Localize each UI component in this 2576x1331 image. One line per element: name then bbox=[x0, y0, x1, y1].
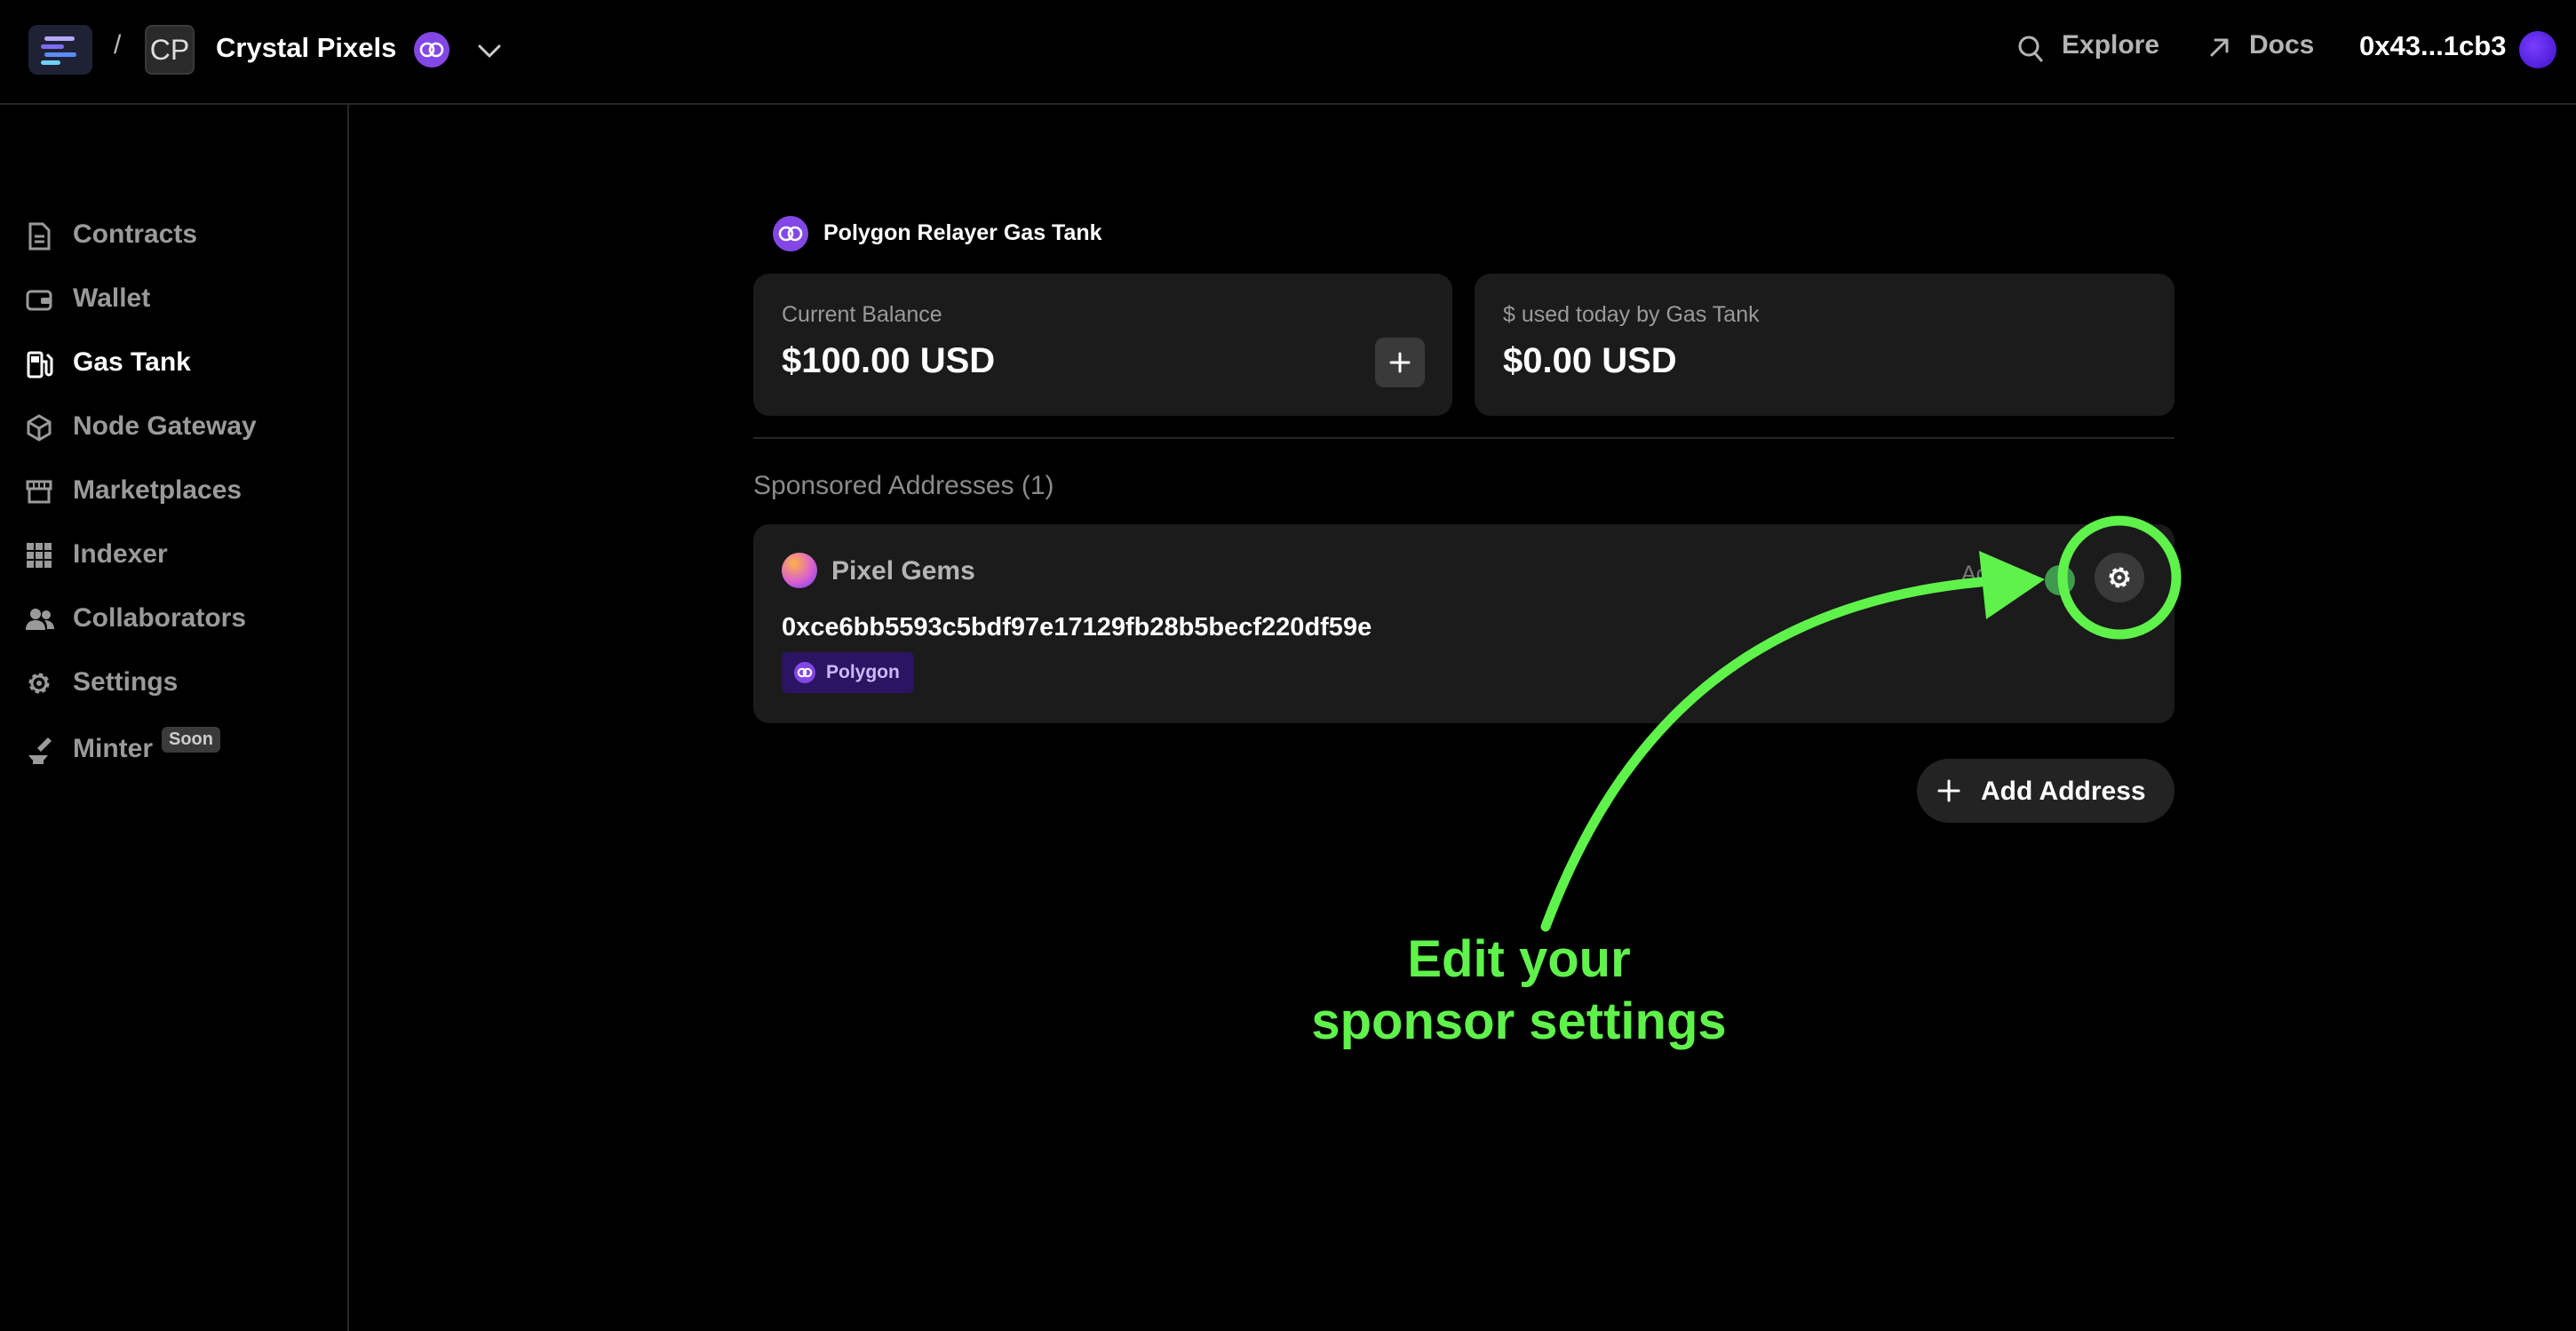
project-name[interactable]: Crystal Pixels bbox=[216, 32, 396, 64]
gear-icon bbox=[2109, 567, 2130, 588]
annotation-line-1: Edit your bbox=[1407, 930, 1631, 988]
usage-value: $0.00 USD bbox=[1503, 341, 1677, 380]
anvil-icon bbox=[25, 736, 53, 770]
breadcrumb-separator: / bbox=[114, 30, 122, 60]
add-address-button[interactable]: Add Address bbox=[1917, 759, 2174, 823]
gear-icon bbox=[25, 669, 53, 702]
balance-card: Current Balance $100.00 USD bbox=[753, 274, 1452, 416]
sponsored-heading: Sponsored Addresses (1) bbox=[753, 471, 1054, 500]
contract-name: Pixel Gems bbox=[831, 556, 975, 586]
grid-icon bbox=[25, 541, 53, 574]
docs-link[interactable]: Docs bbox=[2249, 30, 2314, 60]
contract-avatar bbox=[782, 553, 817, 588]
usage-label: $ used today by Gas Tank bbox=[1503, 302, 1760, 327]
usage-card: $ used today by Gas Tank $0.00 USD bbox=[1475, 274, 2174, 416]
soon-badge: Soon bbox=[162, 727, 220, 753]
plus-icon bbox=[1937, 779, 1960, 802]
app-logo-icon[interactable] bbox=[28, 25, 92, 75]
status-label: Active bbox=[1961, 562, 2023, 586]
balance-value: $100.00 USD bbox=[782, 341, 996, 380]
divider bbox=[753, 437, 2174, 439]
sidebar-item-label: Indexer bbox=[73, 539, 168, 569]
wallet-avatar[interactable] bbox=[2519, 31, 2556, 68]
sidebar: Contracts Wallet Gas Tank Node Gateway M… bbox=[0, 105, 349, 1331]
sidebar-item-label: Contracts bbox=[73, 219, 198, 249]
search-icon bbox=[2016, 34, 2045, 68]
network-label: Polygon bbox=[826, 662, 900, 682]
contracts-icon bbox=[25, 221, 53, 256]
fuel-pump-icon bbox=[25, 349, 53, 384]
sidebar-item-label: Wallet bbox=[73, 283, 151, 313]
sponsored-address-card: Pixel Gems 0xce6bb5593c5bdf97e17129fb28b… bbox=[753, 524, 2174, 723]
balance-label: Current Balance bbox=[782, 302, 942, 327]
wallet-address[interactable]: 0x43...1cb3 bbox=[2359, 30, 2506, 62]
external-link-icon bbox=[2206, 34, 2233, 65]
network-badge: Polygon bbox=[782, 652, 914, 693]
top-bar: / CP Crystal Pixels Explore Docs 0x43...… bbox=[0, 0, 2576, 105]
explore-link[interactable]: Explore bbox=[2062, 30, 2159, 60]
annotation-text: Edit your sponsor settings bbox=[1252, 929, 1785, 1053]
sidebar-item-label: Minter bbox=[73, 734, 153, 763]
sidebar-item-label: Marketplaces bbox=[73, 475, 242, 505]
storefront-icon bbox=[25, 477, 53, 510]
active-toggle[interactable] bbox=[2045, 565, 2075, 595]
sidebar-item-label: Node Gateway bbox=[73, 411, 257, 441]
add-address-label: Add Address bbox=[1981, 777, 2146, 806]
contract-address: 0xce6bb5593c5bdf97e17129fb28b5becf220df5… bbox=[782, 613, 1372, 642]
annotation-line-2: sponsor settings bbox=[1311, 992, 1727, 1050]
add-funds-button[interactable] bbox=[1375, 338, 1425, 387]
cube-icon bbox=[25, 413, 53, 446]
polygon-icon bbox=[794, 662, 815, 683]
people-icon bbox=[25, 605, 55, 638]
polygon-icon bbox=[773, 216, 808, 251]
chevron-down-icon[interactable] bbox=[474, 36, 505, 70]
project-avatar[interactable]: CP bbox=[145, 25, 195, 75]
sidebar-item-label: Settings bbox=[73, 667, 179, 697]
sponsor-settings-button[interactable] bbox=[2095, 553, 2144, 602]
sidebar-item-label: Collaborators bbox=[73, 603, 247, 633]
polygon-icon bbox=[414, 32, 449, 68]
gas-tank-title: Polygon Relayer Gas Tank bbox=[823, 220, 1102, 245]
wallet-icon bbox=[25, 285, 53, 318]
sidebar-item-label: Gas Tank bbox=[73, 347, 191, 377]
